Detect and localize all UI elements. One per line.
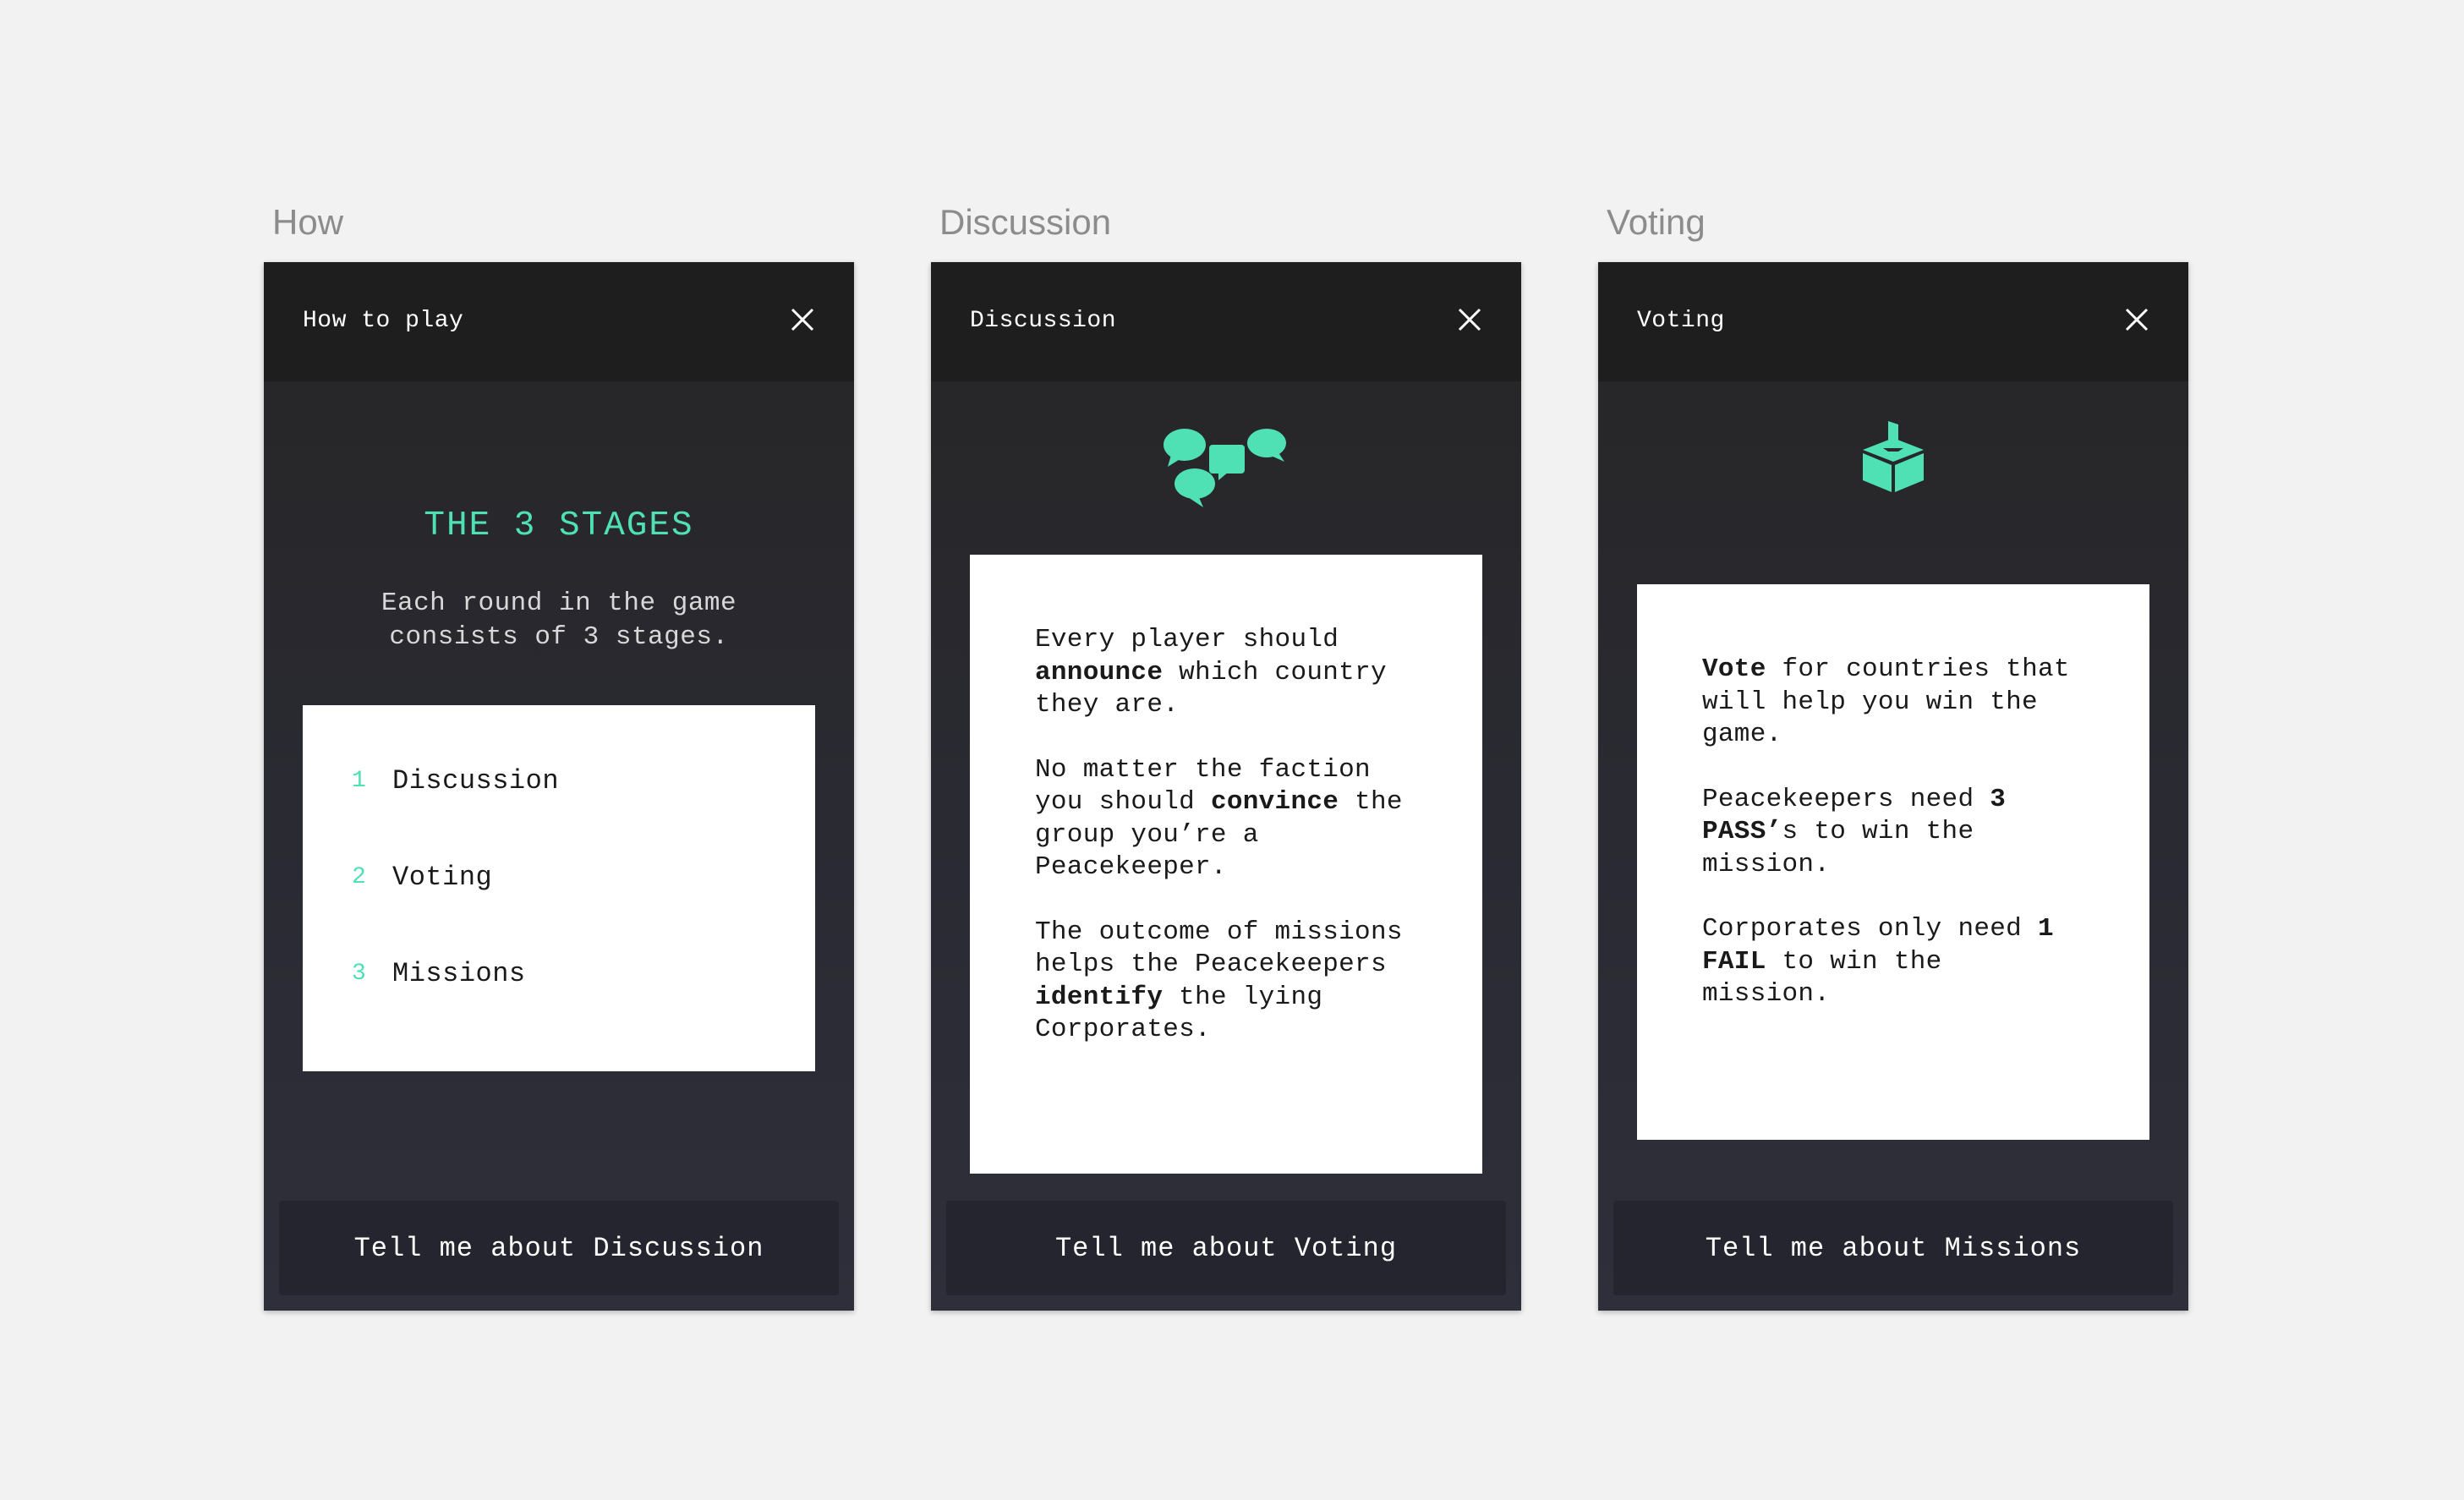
emphasis-text: PASS’ xyxy=(1702,817,1782,846)
frame-label-discussion: Discussion xyxy=(939,202,1112,242)
emphasis-text: 1 xyxy=(2037,914,2054,944)
stage-item-voting[interactable]: 2 Voting xyxy=(303,856,815,898)
discussion-icon-wrap xyxy=(931,426,1521,511)
missions-info-button[interactable]: Tell me about Missions xyxy=(1613,1201,2173,1295)
frame-label-how: How xyxy=(272,202,344,242)
text-line: mission. xyxy=(1702,849,1831,879)
info-paragraph: No matter the faction you should convinc… xyxy=(1035,754,1432,884)
subtitle-line: consists of 3 stages. xyxy=(389,622,729,652)
text-line: mission. xyxy=(1702,979,1831,1009)
emphasis-text: announce xyxy=(1035,657,1164,687)
voting-info-card: Vote for countries that will help you wi… xyxy=(1637,584,2149,1140)
text-line: for countries that xyxy=(1766,654,2070,684)
screen-header: Voting xyxy=(1598,262,2188,381)
close-button[interactable] xyxy=(1455,305,1484,334)
text-line: will help you win the xyxy=(1702,687,2038,717)
close-icon xyxy=(791,308,814,331)
voting-icon-wrap xyxy=(1598,419,2188,495)
text-line: Peacekeepers need xyxy=(1702,784,1990,814)
voting-screen: Voting Vote for countries that will help… xyxy=(1598,262,2188,1311)
screen-header: How to play xyxy=(264,262,854,381)
discussion-screen: Discussion Every player should announce … xyxy=(931,262,1521,1311)
text-line: The outcome of missions xyxy=(1035,917,1403,947)
emphasis-text: 3 xyxy=(1990,784,2007,814)
stages-subtitle: Each round in the game consists of 3 sta… xyxy=(331,587,786,654)
stages-list: 1 Discussion 2 Voting 3 Missions xyxy=(303,705,815,1071)
info-paragraph: Peacekeepers need 3 PASS’s to win the mi… xyxy=(1702,784,2099,882)
discussion-info-card: Every player should announce which count… xyxy=(970,555,1482,1174)
text-line: helps the Peacekeepers xyxy=(1035,950,1387,979)
text-line: the xyxy=(1339,787,1403,817)
text-line: you should xyxy=(1035,787,1211,817)
stage-number: 3 xyxy=(352,960,366,987)
text-line: Peacekeeper. xyxy=(1035,852,1227,882)
stages-heading: THE 3 STAGES xyxy=(424,506,694,545)
text-line: No matter the faction xyxy=(1035,754,1371,785)
text-line: group you’re a xyxy=(1035,819,1259,850)
close-icon xyxy=(1458,308,1481,331)
screen-title: How to play xyxy=(303,308,464,334)
info-paragraph: Every player should announce which count… xyxy=(1035,624,1432,722)
stage-label: Voting xyxy=(392,861,493,893)
stage-number: 2 xyxy=(352,863,366,890)
subtitle-line: Each round in the game xyxy=(381,589,737,618)
screen-title: Voting xyxy=(1637,308,1725,334)
text-line: s to win the xyxy=(1782,817,1974,846)
emphasis-text: Vote xyxy=(1702,654,1766,684)
text-line: the lying xyxy=(1163,982,1323,1012)
stage-number: 1 xyxy=(352,767,366,794)
stage-item-discussion[interactable]: 1 Discussion xyxy=(303,759,815,802)
text-line: which country xyxy=(1163,657,1387,687)
text-line: they are. xyxy=(1035,690,1180,720)
text-line: Corporates only need xyxy=(1702,914,2038,944)
text-line: game. xyxy=(1702,720,1782,749)
stage-label: Missions xyxy=(392,957,526,989)
info-paragraph: The outcome of missions helps the Peacek… xyxy=(1035,917,1432,1047)
screen-header: Discussion xyxy=(931,262,1521,381)
speech-bubbles-icon xyxy=(1164,429,1286,507)
close-button[interactable] xyxy=(2122,305,2151,334)
emphasis-text: identify xyxy=(1035,982,1164,1012)
stage-item-missions[interactable]: 3 Missions xyxy=(303,952,815,994)
text-line: to win the xyxy=(1766,946,1942,977)
discussion-info-button[interactable]: Tell me about Discussion xyxy=(279,1201,839,1295)
voting-info-button[interactable]: Tell me about Voting xyxy=(946,1201,1506,1295)
emphasis-text: FAIL xyxy=(1702,946,1766,977)
screen-title: Discussion xyxy=(970,308,1117,334)
close-button[interactable] xyxy=(788,305,817,334)
how-to-play-screen: How to play THE 3 STAGES Each round in t… xyxy=(264,262,854,1311)
ballot-box-icon xyxy=(1863,421,1924,492)
text-line: Corporates. xyxy=(1035,1015,1211,1044)
stage-label: Discussion xyxy=(392,764,560,797)
info-paragraph: Vote for countries that will help you wi… xyxy=(1702,654,2099,752)
info-paragraph: Corporates only need 1 FAIL to win the m… xyxy=(1702,913,2099,1011)
emphasis-text: convince xyxy=(1210,787,1339,817)
frame-label-voting: Voting xyxy=(1607,202,1706,242)
close-icon xyxy=(2125,308,2149,331)
text-line: Every player should xyxy=(1035,625,1339,654)
